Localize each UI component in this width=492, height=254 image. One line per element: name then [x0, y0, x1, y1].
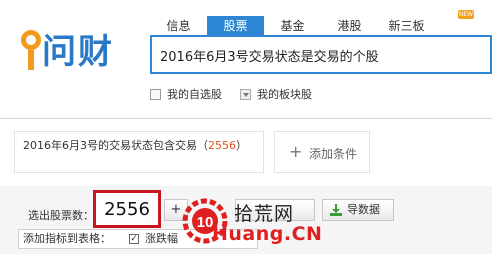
search-input[interactable]: 2016年6月3号交易状态是交易的个股 — [150, 37, 492, 74]
add-condition-label: 添加条件 — [309, 147, 358, 161]
checkbox-icon — [150, 88, 161, 100]
condition-count: 2556 — [208, 139, 236, 152]
add-condition-button[interactable]: + 添加条件 — [274, 131, 370, 173]
export-data-label: 导数据 — [347, 203, 380, 216]
new-badge: NEW — [458, 10, 474, 19]
indicator-change-pct[interactable]: 涨跌幅 — [145, 230, 178, 248]
my-sectors-dropdown[interactable]: 我的板块股 — [240, 86, 312, 102]
my-watchlist-label: 我的自选股 — [167, 88, 222, 101]
download-icon — [330, 204, 342, 216]
watermark-cn: 拾荒网 — [234, 203, 295, 225]
category-tabs: 信息 股票 基金 港股 新三板 — [150, 16, 492, 36]
stock-count-label: 选出股票数： — [28, 209, 94, 222]
tab-info[interactable]: 信息 — [150, 16, 207, 36]
logo-text: 问财 — [42, 32, 114, 72]
condition-card[interactable]: 2016年6月3号的交易状态包含交易（2556） — [14, 131, 264, 173]
stock-count-highlight: 2556 — [93, 190, 161, 228]
checked-checkbox-icon[interactable]: ✓ — [129, 234, 139, 244]
tab-new-third-board[interactable]: 新三板 — [378, 16, 435, 36]
plus-icon: + — [289, 142, 303, 161]
stock-count-value: 2556 — [104, 199, 150, 220]
search-query: 2016年6月3号交易状态是交易的个股 — [160, 50, 379, 65]
export-data-button[interactable]: 导数据 — [322, 199, 394, 221]
my-watchlist-checkbox[interactable]: 我的自选股 — [150, 86, 222, 102]
tab-funds[interactable]: 基金 — [264, 16, 321, 36]
condition-text: 2016年6月3号的交易状态包含交易（2556） — [23, 139, 247, 152]
wencai-logo[interactable]: 问财 — [8, 14, 138, 84]
add-indicator-label: 添加指标到表格： — [23, 232, 111, 245]
tab-stocks[interactable]: 股票 — [207, 16, 264, 36]
watermark-logo-num: 10 — [197, 214, 214, 231]
my-sectors-label: 我的板块股 — [257, 88, 312, 101]
watermark: 10 拾荒网 Huang.CN — [180, 196, 330, 254]
watermark-en: Huang.CN — [212, 223, 323, 245]
dropdown-icon — [240, 88, 251, 100]
divider — [0, 118, 492, 119]
tab-hk-stocks[interactable]: 港股 — [321, 16, 378, 36]
